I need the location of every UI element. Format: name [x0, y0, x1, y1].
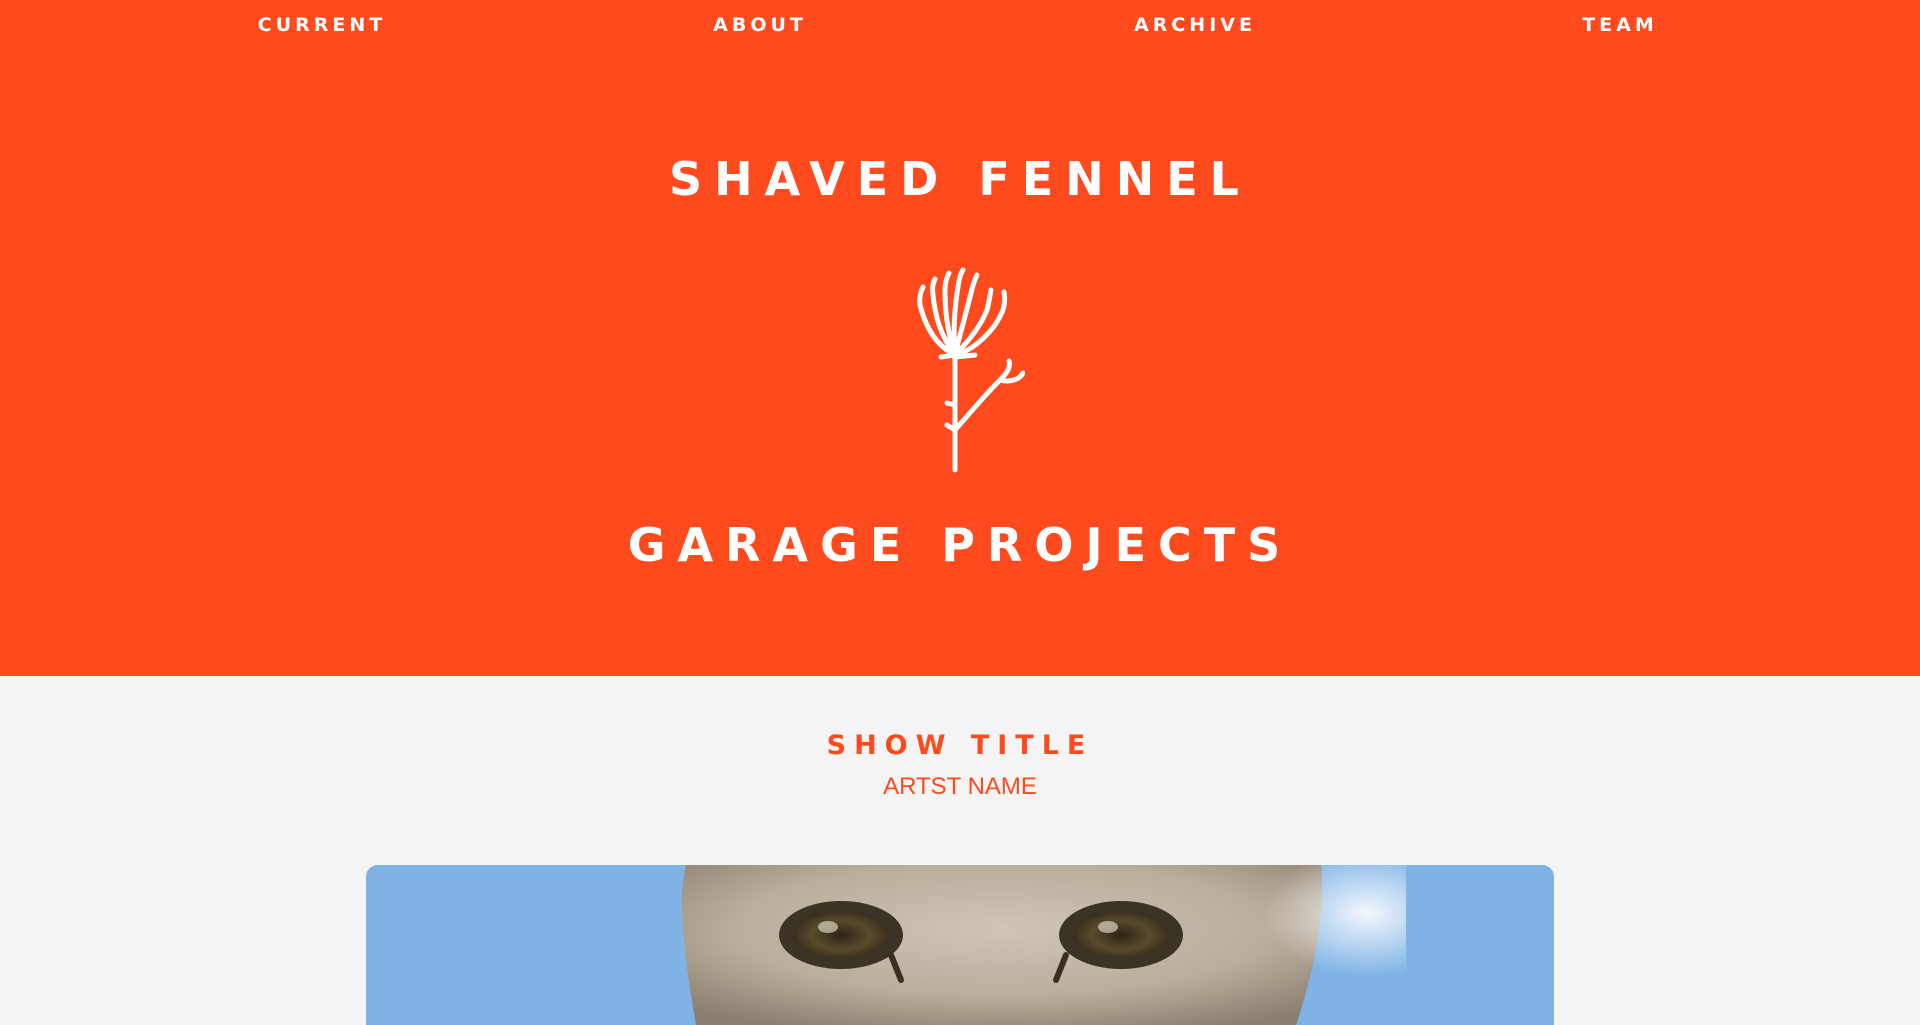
main-nav: CURRENT ABOUT ARCHIVE TEAM: [0, 0, 1920, 50]
fennel-sprig-icon: [895, 265, 1025, 480]
nav-item-archive[interactable]: ARCHIVE: [1134, 14, 1256, 36]
nav-item-about[interactable]: ABOUT: [713, 14, 807, 36]
hero-banner: CURRENT ABOUT ARCHIVE TEAM SHAVED FENNEL: [0, 0, 1920, 676]
show-title[interactable]: SHOW TITLE: [0, 730, 1920, 761]
nav-item-current[interactable]: CURRENT: [258, 14, 386, 36]
main-content: SHOW TITLE ARTST NAME: [0, 676, 1920, 1025]
site-title-top[interactable]: SHAVED FENNEL: [0, 152, 1920, 206]
show-feature-image[interactable]: [366, 865, 1554, 1025]
nav-item-team[interactable]: TEAM: [1582, 14, 1658, 36]
site-title-bottom: GARAGE PROJECTS: [627, 518, 1293, 572]
artist-name: ARTST NAME: [883, 773, 1037, 800]
cat-photo: [366, 865, 1554, 1025]
